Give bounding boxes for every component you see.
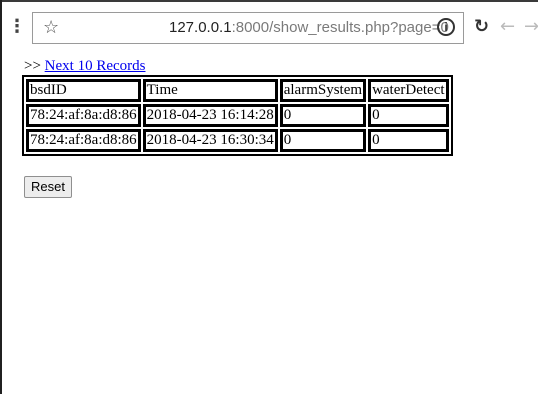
nav-prefix: >> <box>24 58 45 74</box>
url-text[interactable]: 127.0.0.1:8000/show_results.php?page=0 <box>169 18 449 38</box>
table-cell-bsdid: 78:24:af:8a:d8:86 <box>26 104 141 127</box>
page-content: >> Next 10 Records bsdID Time alarmSyste… <box>22 58 453 198</box>
table-cell-time: 2018-04-23 16:30:34 <box>142 129 278 152</box>
reload-icon[interactable]: ↻ <box>474 16 489 38</box>
table-row: 78:24:af:8a:d8:86 2018-04-23 16:14:28 0 … <box>26 104 449 127</box>
forward-arrow-icon[interactable]: → <box>524 16 538 38</box>
url-host: 127.0.0.1 <box>169 19 232 36</box>
header-cell-bsdid: bsdID <box>26 79 141 102</box>
reset-button[interactable]: Reset <box>24 176 72 198</box>
bookmark-star-icon[interactable]: ☆ <box>43 16 59 40</box>
next-records-link[interactable]: Next 10 Records <box>45 58 146 74</box>
header-cell-time: Time <box>142 79 278 102</box>
table-cell-alarmsystem: 0 <box>279 104 367 127</box>
header-cell-waterdetect: waterDetect <box>368 79 449 102</box>
table-cell-alarmsystem: 0 <box>279 129 367 152</box>
header-cell-alarmsystem: alarmSystem <box>279 79 367 102</box>
pagination-line: >> Next 10 Records <box>24 58 453 75</box>
results-table: bsdID Time alarmSystem waterDetect 78:24… <box>22 75 453 156</box>
menu-icon[interactable]: ⋮ <box>8 16 26 38</box>
table-row: 78:24:af:8a:d8:86 2018-04-23 16:30:34 0 … <box>26 129 449 152</box>
back-arrow-icon[interactable]: ← <box>500 16 515 38</box>
url-path: :8000/show_results.php?page=0 <box>231 19 449 36</box>
table-cell-waterdetect: 0 <box>368 104 449 127</box>
address-bar[interactable]: ☆ 127.0.0.1:8000/show_results.php?page=0… <box>32 12 464 44</box>
table-header-row: bsdID Time alarmSystem waterDetect <box>26 79 449 102</box>
table-cell-bsdid: 78:24:af:8a:d8:86 <box>26 129 141 152</box>
page-info-icon[interactable]: i <box>437 18 455 36</box>
window-left-edge <box>0 0 2 394</box>
table-cell-waterdetect: 0 <box>368 129 449 152</box>
table-cell-time: 2018-04-23 16:14:28 <box>142 104 278 127</box>
browser-toolbar: ⋮ ☆ 127.0.0.1:8000/show_results.php?page… <box>2 2 538 52</box>
